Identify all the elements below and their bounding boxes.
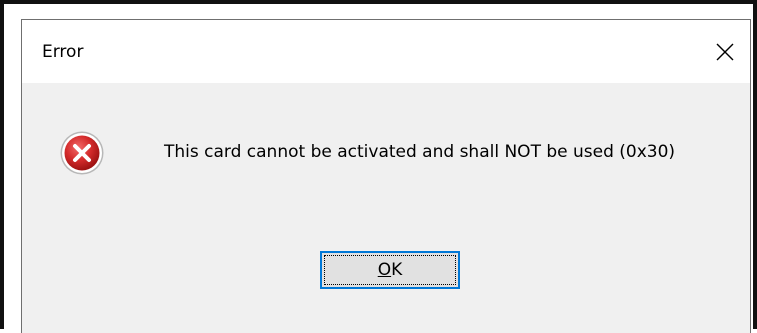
window-frame: Error This card cannot be activated and … [0, 0, 757, 333]
error-dialog: Error This card cannot be activated and … [21, 19, 751, 333]
dialog-body: This card cannot be activated and shall … [22, 83, 750, 333]
focus-ring: OK [324, 255, 456, 285]
dialog-titlebar[interactable]: Error [22, 20, 750, 83]
ok-button[interactable]: OK [320, 251, 460, 289]
close-icon [716, 43, 734, 60]
error-icon [60, 131, 104, 175]
ok-button-label: OK [378, 260, 403, 280]
ok-label-rest: K [391, 260, 403, 280]
dialog-title: Error [42, 42, 84, 62]
ok-mnemonic: O [377, 260, 392, 280]
close-button[interactable] [700, 20, 750, 83]
error-message: This card cannot be activated and shall … [164, 142, 676, 162]
